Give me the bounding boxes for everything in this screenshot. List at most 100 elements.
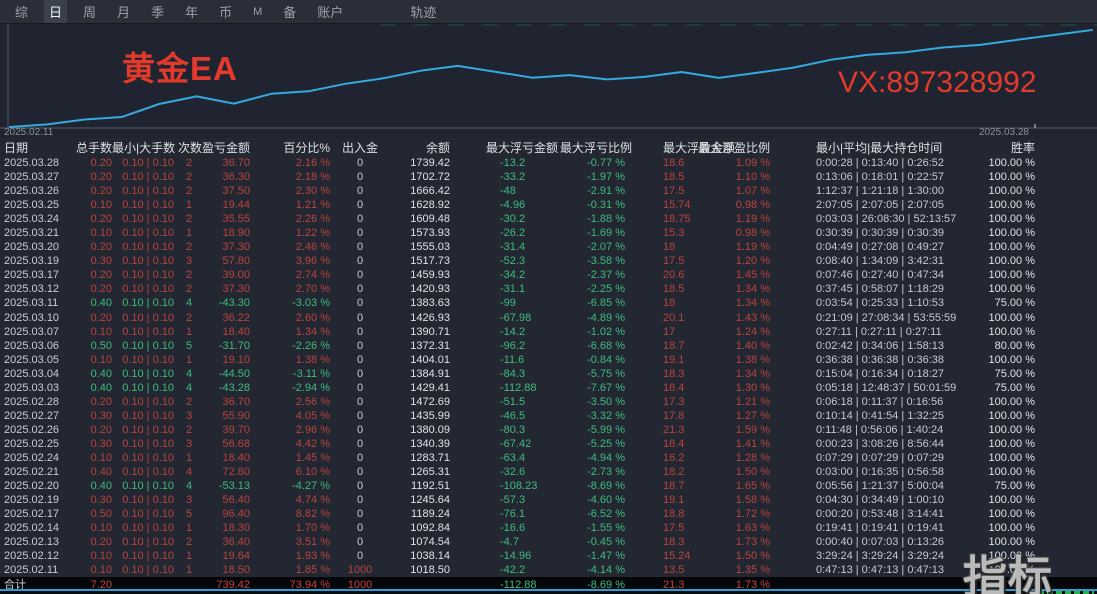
table-row: 2025.03.200.200.10 | 0.10237.302.46 %015…: [0, 240, 1097, 254]
table-cell: 0.10 | 0.10: [112, 325, 178, 339]
x-axis-start-label: 2025.02.11: [4, 127, 53, 138]
menu-item-轨迹[interactable]: 轨迹: [405, 0, 441, 23]
menu-item-年[interactable]: 年: [180, 0, 203, 23]
table-cell: 0: [330, 507, 390, 521]
table-cell: 36.70: [200, 156, 250, 170]
table-cell: -3.11 %: [250, 367, 330, 381]
table-row: 2025.03.040.400.10 | 0.104-44.50-3.11 %0…: [0, 367, 1097, 381]
table-cell: 2025.03.17: [0, 268, 74, 282]
table-cell: 2025.03.21: [0, 226, 74, 240]
table-cell: -26.2: [450, 226, 560, 240]
table-cell: 0.10: [74, 353, 112, 367]
table-cell: 18.8: [625, 507, 690, 521]
menu-item-日[interactable]: 日: [44, 0, 67, 23]
table-cell: 1189.24: [390, 507, 450, 521]
table-cell: 36.40: [200, 535, 250, 549]
table-cell: 1459.93: [390, 268, 450, 282]
table-row: 2025.03.210.100.10 | 0.10118.901.22 %015…: [0, 226, 1097, 240]
menu-item-备[interactable]: 备: [278, 0, 301, 23]
table-cell: 1.41 %: [690, 437, 772, 451]
menu-item-季[interactable]: 季: [146, 0, 169, 23]
table-cell: 0: [330, 535, 390, 549]
table-cell: 35.55: [200, 212, 250, 226]
table-cell: 0.10 | 0.10: [112, 479, 178, 493]
table-cell: 0.30: [74, 493, 112, 507]
table-cell: 100.00 %: [940, 212, 1035, 226]
table-cell: 19.10: [200, 353, 250, 367]
table-cell: 2025.02.17: [0, 507, 74, 521]
menu-item-M[interactable]: M: [248, 4, 267, 20]
table-cell: 1609.48: [390, 212, 450, 226]
table-cell: 2025.02.12: [0, 549, 74, 563]
table-cell: 18.3: [625, 535, 690, 549]
table-cell: 100.00 %: [940, 226, 1035, 240]
table-cell: -42.2: [450, 563, 560, 577]
menu-item-币[interactable]: 币: [214, 0, 237, 23]
table-cell: 1: [178, 451, 200, 465]
table-cell: 0:05:56 | 1:21:37 | 5:00:04: [772, 479, 940, 493]
table-cell: -112.88: [450, 381, 560, 395]
table-cell: 100.00 %: [940, 254, 1035, 268]
table-cell: 1.30 %: [690, 381, 772, 395]
table-cell: 1.20 %: [690, 254, 772, 268]
column-header: 余额: [390, 139, 450, 156]
table-cell: 2: [178, 395, 200, 409]
table-cell: 17.8: [625, 409, 690, 423]
table-cell: 0:06:18 | 0:11:37 | 0:16:56: [772, 395, 940, 409]
table-cell: 100.00 %: [940, 451, 1035, 465]
table-cell: 2025.03.05: [0, 353, 74, 367]
table-cell: 4: [178, 296, 200, 310]
table-cell: 18.40: [200, 451, 250, 465]
menu-item-月[interactable]: 月: [112, 0, 135, 23]
table-cell: 1.38 %: [250, 353, 330, 367]
table-cell: 2025.03.24: [0, 212, 74, 226]
table-cell: 15.24: [625, 549, 690, 563]
table-cell: 18.50: [200, 563, 250, 577]
table-cell: 0.40: [74, 465, 112, 479]
table-cell: 0: [330, 254, 390, 268]
table-cell: 0.10 | 0.10: [112, 184, 178, 198]
table-cell: 55.90: [200, 409, 250, 423]
table-cell: 0.30: [74, 409, 112, 423]
menu-item-综[interactable]: 综: [10, 0, 33, 23]
table-cell: -14.2: [450, 325, 560, 339]
column-header: 次数: [178, 139, 200, 156]
table-cell: 0.20: [74, 395, 112, 409]
table-cell: 19.64: [200, 549, 250, 563]
table-cell: -1.55 %: [560, 521, 625, 535]
table-row: 2025.02.260.200.10 | 0.10239.702.96 %013…: [0, 423, 1097, 437]
table-cell: 0: [330, 353, 390, 367]
table-cell: 36.22: [200, 311, 250, 325]
column-header: 盈亏金额: [200, 139, 250, 156]
table-row: 2025.03.030.400.10 | 0.104-43.28-2.94 %0…: [0, 381, 1097, 395]
table-cell: 0.98 %: [690, 198, 772, 212]
table-cell: 100.00 %: [940, 198, 1035, 212]
table-cell: 13.5: [625, 563, 690, 577]
table-cell: -4.27 %: [250, 479, 330, 493]
table-row: 2025.03.260.200.10 | 0.10237.502.30 %016…: [0, 184, 1097, 198]
table-cell: 100.00 %: [940, 493, 1035, 507]
table-cell: 0: [330, 367, 390, 381]
table-cell: 0: [330, 479, 390, 493]
table-cell: 0.10 | 0.10: [112, 437, 178, 451]
table-cell: 0.10 | 0.10: [112, 493, 178, 507]
table-cell: 1038.14: [390, 549, 450, 563]
table-cell: 2: [178, 311, 200, 325]
table-cell: 0:11:48 | 0:56:06 | 1:40:24: [772, 423, 940, 437]
table-cell: -14.96: [450, 549, 560, 563]
table-row: 2025.02.190.300.10 | 0.10356.404.74 %012…: [0, 493, 1097, 507]
table-cell: 0:21:09 | 27:08:34 | 53:55:59: [772, 311, 940, 325]
table-cell: 5: [178, 507, 200, 521]
menu-item-周[interactable]: 周: [78, 0, 101, 23]
column-header: 最小|大手数: [112, 139, 178, 156]
table-cell: 1.65 %: [690, 479, 772, 493]
table-cell: 1.45 %: [690, 268, 772, 282]
table-cell: 1.34 %: [250, 325, 330, 339]
table-cell: 6.10 %: [250, 465, 330, 479]
table-cell: 0.10 | 0.10: [112, 296, 178, 310]
table-cell: 0.20: [74, 423, 112, 437]
table-cell: 56.40: [200, 493, 250, 507]
table-cell: 1.45 %: [250, 451, 330, 465]
table-row: 2025.02.200.400.10 | 0.104-53.13-4.27 %0…: [0, 479, 1097, 493]
menu-item-账户[interactable]: 账户: [312, 0, 348, 23]
